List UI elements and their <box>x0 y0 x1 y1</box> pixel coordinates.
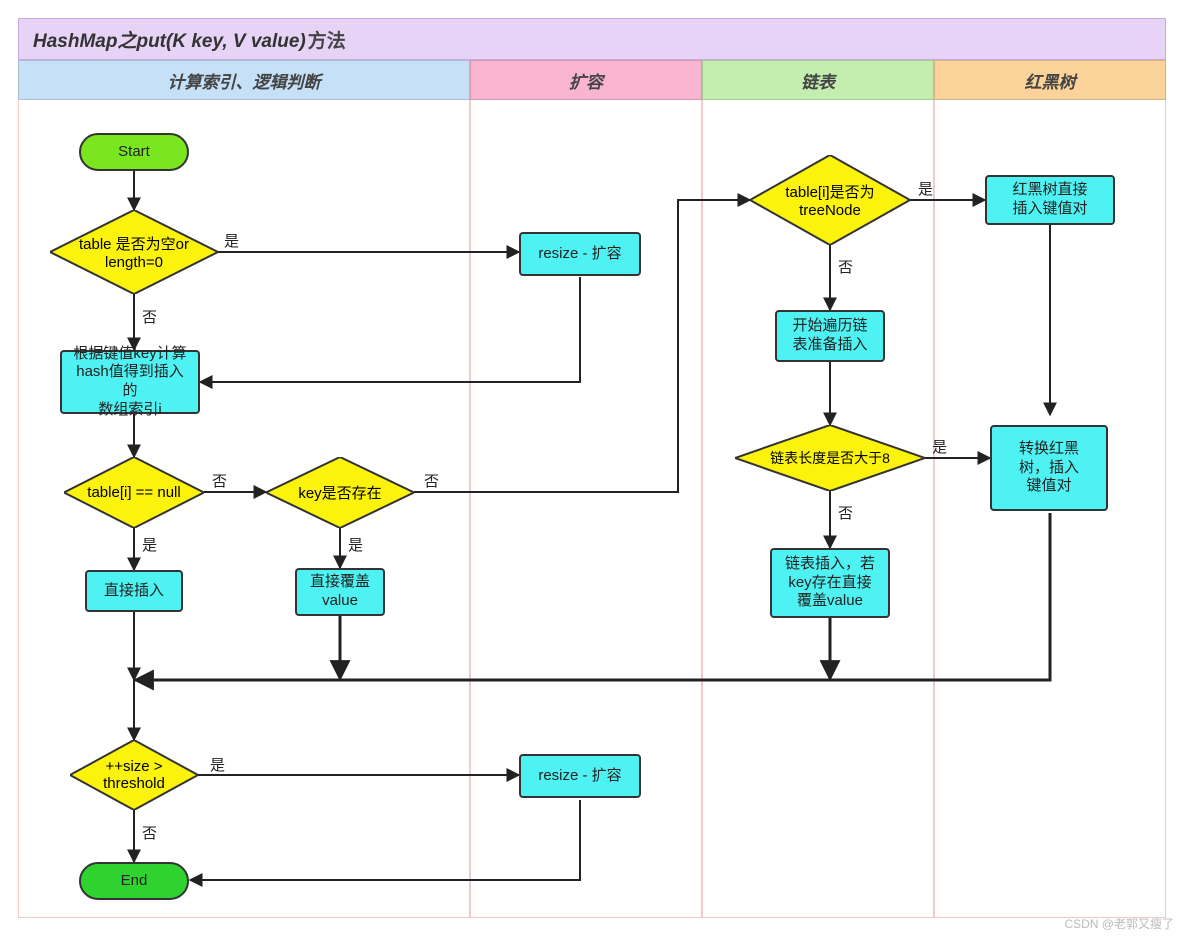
process-traverse-list: 开始遍历链 表准备插入 <box>775 310 885 362</box>
lane-header-index: 计算索引、逻辑判断 <box>18 60 470 100</box>
edge-no-2: 否 <box>212 470 227 491</box>
edge-yes-6: 是 <box>932 436 947 457</box>
lane-header-rbtree: 红黑树 <box>934 60 1166 100</box>
edge-yes-1: 是 <box>224 230 239 251</box>
title-bar: HashMap之put(K key, V value) 方法 <box>18 18 1166 60</box>
process-overwrite: 直接覆盖 value <box>295 568 385 616</box>
process-convert-rbtree: 转换红黑 树，插入 键值对 <box>990 425 1108 511</box>
decision-len-gt8: 链表长度是否大于8 <box>735 425 925 491</box>
decision-is-treenode: table[i]是否为 treeNode <box>750 155 910 245</box>
lane-header-resize: 扩容 <box>470 60 702 100</box>
decision-key-exists: key是否存在 <box>266 457 414 528</box>
edge-no-1: 否 <box>142 306 157 327</box>
process-list-insert: 链表插入，若 key存在直接 覆盖value <box>770 548 890 618</box>
title-rest: 方法 <box>308 26 346 53</box>
title-italic: HashMap之put(K key, V value) <box>33 26 306 53</box>
diagram-container: HashMap之put(K key, V value) 方法 计算索引、逻辑判断… <box>0 0 1184 938</box>
edge-no-5: 否 <box>838 256 853 277</box>
decision-table-i-null: table[i] == null <box>64 457 204 528</box>
lane-header-list: 链表 <box>702 60 934 100</box>
process-rbtree-insert: 红黑树直接 插入键值对 <box>985 175 1115 225</box>
edge-no-6: 否 <box>838 502 853 523</box>
terminator-start: Start <box>79 133 189 171</box>
process-calc-hash: 根据键值key计算 hash值得到插入的 数组索引i <box>60 350 200 414</box>
watermark: CSDN @老郭又瘦了 <box>1064 915 1174 932</box>
edge-yes-5: 是 <box>918 178 933 199</box>
edge-yes-4: 是 <box>210 754 225 775</box>
process-direct-insert: 直接插入 <box>85 570 183 612</box>
process-resize-1: resize - 扩容 <box>519 232 641 276</box>
decision-table-empty: table 是否为空or length=0 <box>50 210 218 294</box>
edge-yes-3: 是 <box>348 534 363 555</box>
edge-yes-2: 是 <box>142 534 157 555</box>
decision-size-threshold: ++size > threshold <box>70 740 198 810</box>
edge-no-3: 否 <box>424 470 439 491</box>
lane-headers: 计算索引、逻辑判断 扩容 链表 红黑树 <box>18 60 1166 100</box>
process-resize-2: resize - 扩容 <box>519 754 641 798</box>
edge-no-4: 否 <box>142 822 157 843</box>
terminator-end: End <box>79 862 189 900</box>
